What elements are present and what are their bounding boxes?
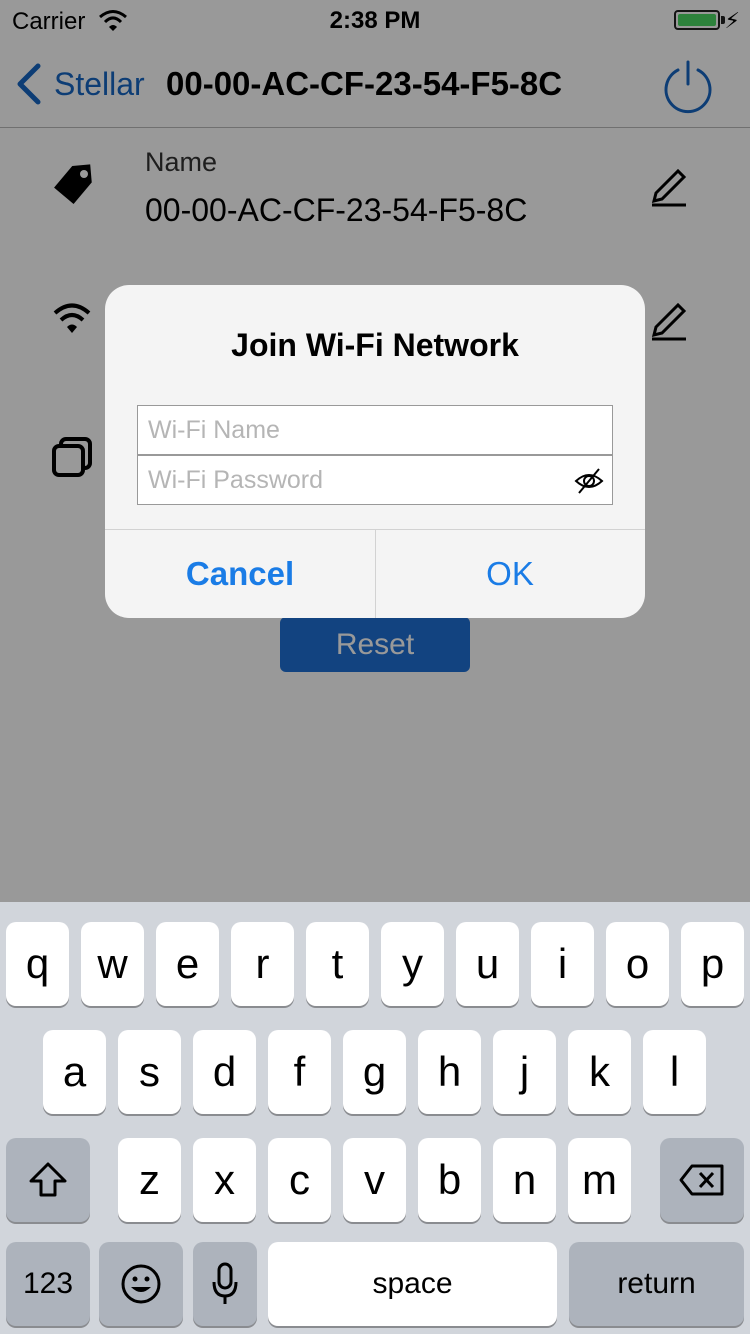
key-n[interactable]: n <box>493 1138 556 1222</box>
key-r[interactable]: r <box>231 922 294 1006</box>
key-m[interactable]: m <box>568 1138 631 1222</box>
key-l[interactable]: l <box>643 1030 706 1114</box>
dictation-key[interactable] <box>193 1242 257 1326</box>
wifi-name-input[interactable] <box>138 406 612 454</box>
key-u[interactable]: u <box>456 922 519 1006</box>
key-j[interactable]: j <box>493 1030 556 1114</box>
emoji-icon <box>121 1264 161 1304</box>
key-t[interactable]: t <box>306 922 369 1006</box>
key-x[interactable]: x <box>193 1138 256 1222</box>
wifi-name-field <box>137 405 613 455</box>
wifi-password-field <box>137 455 613 505</box>
return-key[interactable]: return <box>569 1242 744 1326</box>
key-e[interactable]: e <box>156 922 219 1006</box>
ok-button[interactable]: OK <box>375 530 645 618</box>
key-p[interactable]: p <box>681 922 744 1006</box>
key-d[interactable]: d <box>193 1030 256 1114</box>
key-i[interactable]: i <box>531 922 594 1006</box>
space-key[interactable]: space <box>268 1242 557 1326</box>
backspace-icon <box>679 1164 724 1196</box>
key-b[interactable]: b <box>418 1138 481 1222</box>
key-w[interactable]: w <box>81 922 144 1006</box>
shift-key[interactable] <box>6 1138 90 1222</box>
key-g[interactable]: g <box>343 1030 406 1114</box>
eye-slash-icon[interactable] <box>574 466 604 496</box>
key-c[interactable]: c <box>268 1138 331 1222</box>
wifi-password-input[interactable] <box>138 456 612 504</box>
key-k[interactable]: k <box>568 1030 631 1114</box>
key-v[interactable]: v <box>343 1138 406 1222</box>
key-y[interactable]: y <box>381 922 444 1006</box>
delete-key[interactable] <box>660 1138 744 1222</box>
key-f[interactable]: f <box>268 1030 331 1114</box>
key-q[interactable]: q <box>6 922 69 1006</box>
key-h[interactable]: h <box>418 1030 481 1114</box>
microphone-icon <box>212 1262 238 1304</box>
emoji-key[interactable] <box>99 1242 183 1326</box>
key-a[interactable]: a <box>43 1030 106 1114</box>
key-o[interactable]: o <box>606 922 669 1006</box>
keyboard: q w e r t y u i o p a s d f g h j k l z … <box>0 902 750 1334</box>
numbers-key[interactable]: 123 <box>6 1242 90 1326</box>
join-wifi-alert: Join Wi-Fi Network Cancel OK <box>105 285 645 618</box>
key-s[interactable]: s <box>118 1030 181 1114</box>
alert-title: Join Wi-Fi Network <box>231 327 519 363</box>
key-z[interactable]: z <box>118 1138 181 1222</box>
cancel-button[interactable]: Cancel <box>105 530 375 618</box>
shift-icon <box>29 1162 67 1197</box>
